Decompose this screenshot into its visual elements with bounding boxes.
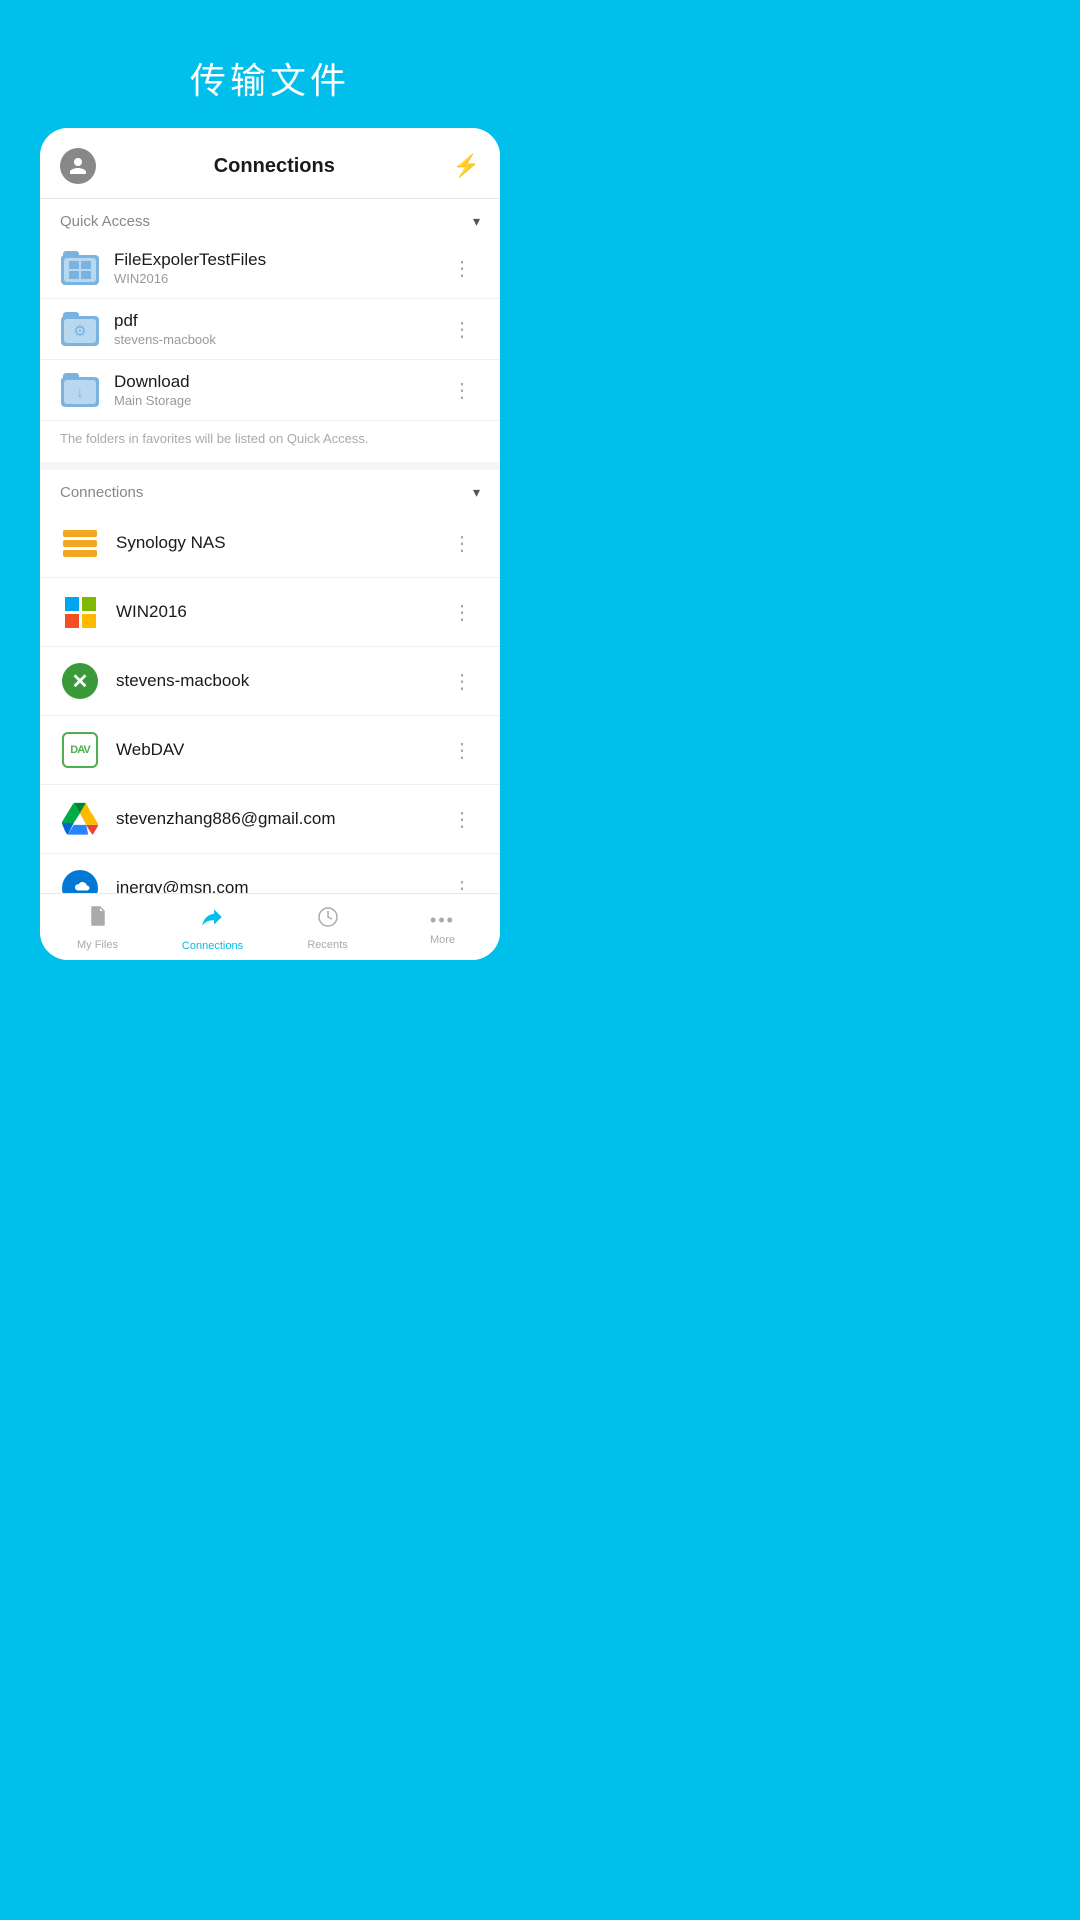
- recents-icon: [316, 905, 340, 936]
- conn-name: WIN2016: [116, 602, 444, 622]
- more-button[interactable]: ⋮: [444, 252, 480, 285]
- connections-section-title: Connections: [60, 484, 143, 501]
- connections-nav-icon: [200, 904, 226, 937]
- myfiles-icon: [86, 905, 110, 936]
- nav-item-connections[interactable]: Connections: [155, 904, 270, 952]
- bottom-nav: My Files Connections Recents ••• More: [40, 893, 500, 960]
- list-item[interactable]: ↓ Download Main Storage ⋮: [40, 360, 500, 421]
- item-text: FileExpolerTestFiles WIN2016: [114, 250, 444, 286]
- item-text: Download Main Storage: [114, 372, 444, 408]
- connection-item-macbook[interactable]: ✕ stevens-macbook ⋮: [40, 647, 500, 716]
- nav-label-connections: Connections: [182, 940, 243, 952]
- more-button[interactable]: ⋮: [444, 734, 480, 767]
- more-button[interactable]: ⋮: [444, 374, 480, 407]
- gdrive-icon: [60, 799, 100, 839]
- quick-access-section-header[interactable]: Quick Access ▾: [40, 199, 500, 238]
- dav-icon: DAV: [60, 730, 100, 770]
- avatar-icon[interactable]: [60, 148, 96, 184]
- card-header: Connections ⚡: [40, 128, 500, 199]
- item-sub: Main Storage: [114, 393, 444, 408]
- main-card: Connections ⚡ Quick Access ▾: [40, 128, 500, 960]
- folder-icon-grid: [60, 248, 100, 288]
- more-button[interactable]: ⋮: [444, 872, 480, 894]
- connection-item-win2016[interactable]: WIN2016 ⋮: [40, 578, 500, 647]
- windows-icon: [60, 592, 100, 632]
- item-name: FileExpolerTestFiles: [114, 250, 444, 270]
- connection-item-webdav[interactable]: DAV WebDAV ⋮: [40, 716, 500, 785]
- item-sub: WIN2016: [114, 271, 444, 286]
- item-sub: stevens-macbook: [114, 332, 444, 347]
- quick-access-hint: The folders in favorites will be listed …: [40, 421, 500, 470]
- item-name: pdf: [114, 311, 444, 331]
- conn-name: WebDAV: [116, 740, 444, 760]
- cloud-icon: [60, 868, 100, 893]
- nav-item-recents[interactable]: Recents: [270, 905, 385, 951]
- lightning-icon[interactable]: ⚡: [453, 153, 480, 179]
- conn-name: Synology NAS: [116, 533, 444, 553]
- page-title: 传输文件: [190, 52, 350, 104]
- nav-item-myfiles[interactable]: My Files: [40, 905, 155, 951]
- nas-icon: [60, 523, 100, 563]
- more-button[interactable]: ⋮: [444, 313, 480, 346]
- more-button[interactable]: ⋮: [444, 527, 480, 560]
- connections-section-header[interactable]: Connections ▾: [40, 470, 500, 509]
- more-button[interactable]: ⋮: [444, 665, 480, 698]
- list-item[interactable]: ⚙ pdf stevens-macbook ⋮: [40, 299, 500, 360]
- conn-name: jnergy@msn.com: [116, 878, 444, 893]
- more-nav-icon: •••: [430, 910, 455, 931]
- nav-label-more: More: [430, 934, 455, 946]
- more-button[interactable]: ⋮: [444, 596, 480, 629]
- more-button[interactable]: ⋮: [444, 803, 480, 836]
- quick-access-title: Quick Access: [60, 213, 150, 230]
- mac-icon: ✕: [60, 661, 100, 701]
- connection-item-cloud[interactable]: jnergy@msn.com ⋮: [40, 854, 500, 893]
- item-name: Download: [114, 372, 444, 392]
- nav-label-recents: Recents: [307, 939, 347, 951]
- connections-header-title: Connections: [214, 155, 335, 178]
- quick-access-chevron[interactable]: ▾: [473, 213, 480, 230]
- connection-item-gdrive[interactable]: stevenzhang886@gmail.com ⋮: [40, 785, 500, 854]
- conn-name: stevens-macbook: [116, 671, 444, 691]
- folder-icon-download: ↓: [60, 370, 100, 410]
- connections-chevron[interactable]: ▾: [473, 484, 480, 501]
- nav-item-more[interactable]: ••• More: [385, 910, 500, 946]
- connection-item-nas[interactable]: Synology NAS ⋮: [40, 509, 500, 578]
- folder-icon-gear: ⚙: [60, 309, 100, 349]
- item-text: pdf stevens-macbook: [114, 311, 444, 347]
- nav-label-myfiles: My Files: [77, 939, 118, 951]
- conn-name: stevenzhang886@gmail.com: [116, 809, 444, 829]
- list-item[interactable]: FileExpolerTestFiles WIN2016 ⋮: [40, 238, 500, 299]
- card-body: Quick Access ▾: [40, 199, 500, 893]
